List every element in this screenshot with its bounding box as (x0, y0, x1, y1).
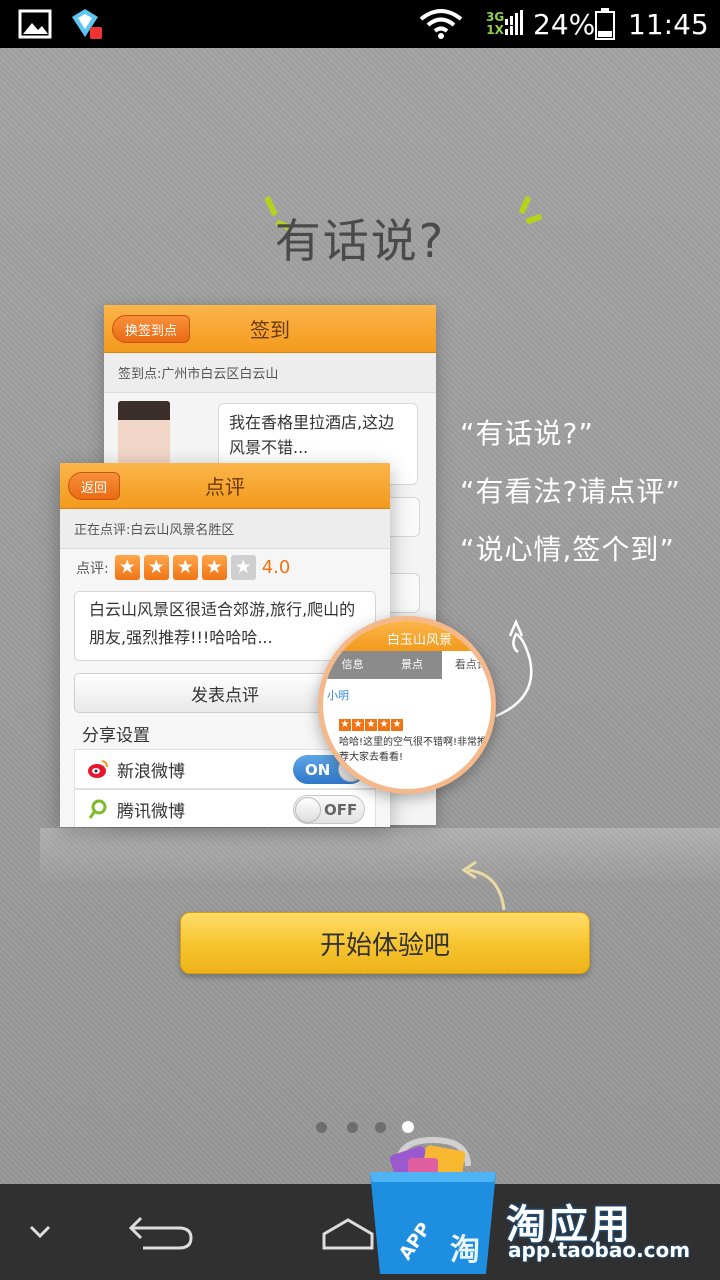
back-button: 返回 (68, 472, 121, 500)
rating-row: 点评: ★ ★ ★ ★ ★ 4.0 (76, 555, 290, 580)
switch-checkin-button: 换签到点 (112, 315, 191, 343)
reviewing-target: 正在点评:白云山风景名胜区 (60, 509, 390, 549)
share-settings-title: 分享设置 (82, 726, 150, 746)
tab-reviews: 看点评 (441, 651, 491, 679)
star-icon: ★ (339, 719, 351, 731)
star-icon: ★ (391, 719, 403, 731)
toggle-state: ON (305, 760, 331, 779)
star-icon: ★ (143, 555, 169, 580)
checkin-title: 签到 (250, 318, 290, 342)
page-title: 有话说? (274, 214, 446, 268)
mobile-network-indicator: 3G 1X (486, 0, 504, 48)
toggle-state: OFF (324, 800, 358, 819)
star-icon: ★ (365, 719, 377, 731)
rating-stars: ★ ★ ★ ★ ★ (114, 555, 256, 580)
taobao-app-bag-logo: APP 淘 (370, 1136, 496, 1274)
tab-spots: 景点 (400, 658, 423, 671)
toggle-knob (295, 797, 321, 823)
magnifier-tabs: 信息 景点 看点评 (323, 651, 491, 679)
network-type-1x: 1X (486, 23, 504, 37)
star-icon: ★ (114, 555, 140, 580)
share-row-sina: 新浪微博 ON (74, 749, 376, 789)
share-row-tencent: 腾讯微博 OFF (74, 789, 376, 827)
checkin-location: 签到点:广州市白云区白云山 (104, 353, 436, 393)
rating-label: 点评: (76, 560, 109, 577)
watermark-url: app.taobao.com (508, 1238, 691, 1262)
star-icon: ★ (352, 719, 364, 731)
page-dot[interactable] (347, 1122, 358, 1133)
star-icon: ★ (201, 555, 227, 580)
quote-line-3: “说心情,签个到” (460, 533, 675, 566)
share-label-sina: 新浪微博 (117, 761, 185, 782)
battery-icon (594, 0, 616, 48)
back-icon[interactable] (120, 1184, 200, 1280)
signal-icon (504, 0, 524, 48)
tencent-weibo-icon (88, 799, 107, 819)
start-experience-button[interactable]: 开始体验吧 (180, 912, 590, 974)
tab-info: 信息 (341, 658, 364, 671)
review-count: (51) (339, 773, 358, 783)
rating-value: 4.0 (261, 557, 291, 578)
page-dot[interactable] (316, 1122, 327, 1133)
reviewer-comment: 哈哈!这里的空气很不错啊!非常推荐大家去看看! (339, 737, 488, 763)
hide-keyboard-chevron-down-icon[interactable] (20, 1184, 60, 1280)
share-label-tencent: 腾讯微博 (117, 801, 185, 822)
status-bar: 3G 1X 24% 11:45 (0, 0, 720, 48)
checkin-header: 换签到点 签到 (104, 305, 436, 353)
quote-line-2: “有看法?请点评” (460, 475, 681, 508)
magnifier-header: 白玉山风景 (323, 621, 491, 651)
magnifier-zoom: 白玉山风景 信息 景点 看点评 小明 ★ ★ ★ ★ ★ 哈哈!这里的空气很不错… (318, 616, 496, 794)
reflection (40, 828, 720, 886)
svg-text:淘: 淘 (450, 1233, 480, 1268)
star-empty-icon: ★ (230, 555, 256, 580)
gallery-notification-icon (18, 0, 52, 48)
star-icon: ★ (378, 719, 390, 731)
clock: 11:45 (628, 7, 709, 41)
wifi-icon (418, 0, 464, 48)
curved-arrow-icon (461, 860, 506, 911)
review-title: 点评 (205, 475, 245, 499)
security-app-notification-icon (68, 0, 106, 48)
battery-percentage: 24% (533, 7, 596, 41)
magnifier-stars: ★ ★ ★ ★ ★ (339, 719, 403, 731)
page-dot[interactable] (375, 1122, 386, 1133)
sina-weibo-icon (88, 760, 108, 778)
reviewer-name: 小明 (327, 689, 349, 702)
page-dot-active[interactable] (402, 1121, 414, 1133)
tencent-toggle: OFF (293, 795, 365, 824)
review-header: 返回 点评 (60, 463, 390, 509)
quote-line-1: “有话说?” (460, 417, 594, 450)
avatar (118, 401, 170, 465)
star-icon: ★ (172, 555, 198, 580)
